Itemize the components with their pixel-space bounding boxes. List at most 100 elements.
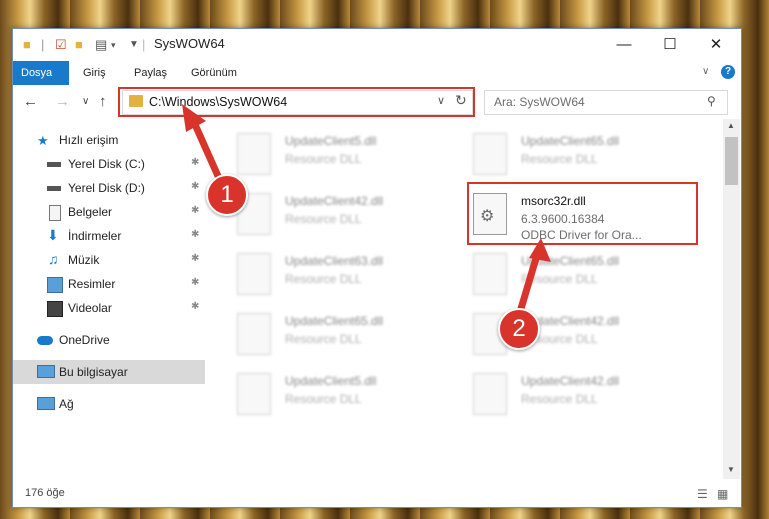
- pin-icon: ✱: [191, 277, 200, 288]
- file-item[interactable]: UpdateClient5.dll Resource DLL: [237, 129, 457, 179]
- dll-file-icon: [237, 313, 271, 355]
- tab-file[interactable]: Dosya: [13, 61, 69, 85]
- pin-icon: ✱: [191, 229, 200, 240]
- ribbon-tabs: Dosya Giriş Paylaş Görünüm ∨ ?: [13, 61, 741, 86]
- computer-icon: [37, 365, 55, 378]
- sidebar-item-drive-d[interactable]: Yerel Disk (D:) ✱: [13, 176, 205, 200]
- pin-icon: ✱: [191, 157, 200, 168]
- videos-icon: [47, 301, 63, 317]
- search-icon: ⚲: [707, 94, 716, 108]
- drive-icon: [47, 186, 61, 191]
- dll-file-icon: [237, 253, 271, 295]
- dll-file-icon: [473, 253, 507, 295]
- status-bar: 176 öğe ☰ ▦: [13, 483, 741, 506]
- tab-home[interactable]: Giriş: [75, 61, 114, 85]
- sidebar-item-drive-c[interactable]: Yerel Disk (C:) ✱: [13, 152, 205, 176]
- dll-file-icon: [237, 133, 271, 175]
- cloud-icon: [37, 336, 53, 345]
- file-description: Resource DLL: [285, 392, 362, 406]
- sidebar-item-label: OneDrive: [59, 333, 110, 347]
- close-button[interactable]: ✕: [693, 29, 739, 61]
- file-item[interactable]: UpdateClient65.dll Resource DLL: [237, 309, 457, 359]
- file-description: Resource DLL: [521, 152, 598, 166]
- sidebar-item-label: İndirmeler: [68, 229, 122, 243]
- separator: |: [142, 37, 146, 52]
- customize-quick-access-icon[interactable]: ▼: [129, 38, 139, 52]
- item-count: 176 öğe: [25, 487, 65, 499]
- documents-icon: [49, 205, 61, 221]
- sidebar-item-label: Yerel Disk (D:): [68, 181, 145, 195]
- music-icon: ♫: [48, 251, 59, 267]
- file-highlight: [467, 182, 698, 245]
- navigation-pane: ★ Hızlı erişim Yerel Disk (C:) ✱ Yerel D…: [13, 124, 208, 479]
- file-description: Resource DLL: [285, 152, 362, 166]
- file-item[interactable]: UpdateClient65.dll Resource DLL: [473, 249, 693, 299]
- sidebar-item-onedrive[interactable]: OneDrive: [13, 328, 205, 352]
- properties-icon[interactable]: ☑: [55, 38, 67, 52]
- vertical-scrollbar[interactable]: ▲ ▼: [723, 119, 740, 479]
- forward-arrow-icon[interactable]: →: [55, 93, 70, 110]
- sidebar-item-label: Resimler: [68, 277, 116, 291]
- back-arrow-icon[interactable]: ←: [23, 93, 38, 110]
- tab-view[interactable]: Görünüm: [183, 61, 245, 85]
- large-icons-view-icon[interactable]: ▦: [717, 487, 728, 501]
- file-name: UpdateClient42.dll: [521, 374, 620, 388]
- sidebar-item-label: Yerel Disk (C:): [68, 157, 145, 171]
- pin-icon: ✱: [191, 301, 200, 312]
- file-name: UpdateClient65.dll: [521, 254, 620, 268]
- search-box[interactable]: Ara: SysWOW64 ⚲: [484, 90, 728, 115]
- pictures-icon: [47, 277, 63, 293]
- chevron-down-icon[interactable]: ▾: [111, 38, 116, 52]
- network-icon: [37, 397, 55, 410]
- sidebar-item-videos[interactable]: Videolar ✱: [13, 296, 205, 320]
- file-item[interactable]: UpdateClient42.dll Resource DLL: [237, 189, 457, 239]
- sidebar-item-pictures[interactable]: Resimler ✱: [13, 272, 205, 296]
- file-item[interactable]: UpdateClient63.dll Resource DLL: [237, 249, 457, 299]
- sidebar-item-label: Bu bilgisayar: [59, 365, 128, 379]
- file-item[interactable]: UpdateClient5.dll Resource DLL: [237, 369, 457, 419]
- recent-locations-icon[interactable]: ∨: [82, 96, 89, 107]
- new-folder-icon[interactable]: ■: [75, 38, 83, 52]
- sidebar-item-label: Müzik: [68, 253, 100, 267]
- rename-icon[interactable]: ▤: [95, 38, 107, 52]
- expand-ribbon-icon[interactable]: ∨: [702, 66, 709, 77]
- folder-icon: ■: [23, 37, 31, 52]
- file-name: UpdateClient5.dll: [285, 374, 377, 388]
- maximize-button[interactable]: ☐: [647, 29, 693, 61]
- dll-file-icon: [473, 133, 507, 175]
- download-icon: ⬇: [47, 227, 59, 243]
- minimize-button[interactable]: —: [601, 29, 647, 61]
- file-item[interactable]: UpdateClient65.dll Resource DLL: [473, 129, 693, 179]
- details-view-icon[interactable]: ☰: [697, 487, 708, 501]
- dll-file-icon: [237, 373, 271, 415]
- sidebar-item-quick-access[interactable]: ★ Hızlı erişim: [13, 128, 205, 152]
- scroll-up-icon[interactable]: ▲: [727, 121, 735, 130]
- window-title: SysWOW64: [154, 36, 225, 51]
- sidebar-item-label: Ağ: [59, 397, 74, 411]
- pin-icon: ✱: [191, 181, 200, 192]
- scroll-down-icon[interactable]: ▼: [727, 465, 735, 474]
- drive-icon: [47, 162, 61, 167]
- sidebar-item-downloads[interactable]: ⬇ İndirmeler ✱: [13, 224, 205, 248]
- star-icon: ★: [37, 133, 49, 148]
- file-description: Resource DLL: [285, 272, 362, 286]
- sidebar-item-documents[interactable]: Belgeler ✱: [13, 200, 205, 224]
- scrollbar-thumb[interactable]: [725, 137, 738, 185]
- title-bar: ■ | ☑ ■ ▤ ▾ ▼ | SysWOW64 — ☐ ✕: [13, 29, 741, 61]
- file-name: UpdateClient65.dll: [285, 314, 384, 328]
- pin-icon: ✱: [191, 205, 200, 216]
- search-input[interactable]: Ara: SysWOW64: [494, 95, 585, 109]
- address-highlight: [118, 87, 475, 117]
- sidebar-item-this-pc[interactable]: Bu bilgisayar: [13, 360, 205, 384]
- sidebar-item-network[interactable]: Ağ: [13, 392, 205, 416]
- file-name: UpdateClient63.dll: [285, 254, 384, 268]
- file-description: Resource DLL: [521, 392, 598, 406]
- dll-file-icon: [473, 373, 507, 415]
- help-icon[interactable]: ?: [721, 65, 735, 79]
- sidebar-item-music[interactable]: ♫ Müzik ✱: [13, 248, 205, 272]
- file-item[interactable]: UpdateClient42.dll Resource DLL: [473, 369, 693, 419]
- pin-icon: ✱: [191, 253, 200, 264]
- tab-share[interactable]: Paylaş: [126, 61, 175, 85]
- sidebar-item-label: Hızlı erişim: [59, 133, 119, 147]
- up-arrow-icon[interactable]: ↑: [99, 93, 107, 110]
